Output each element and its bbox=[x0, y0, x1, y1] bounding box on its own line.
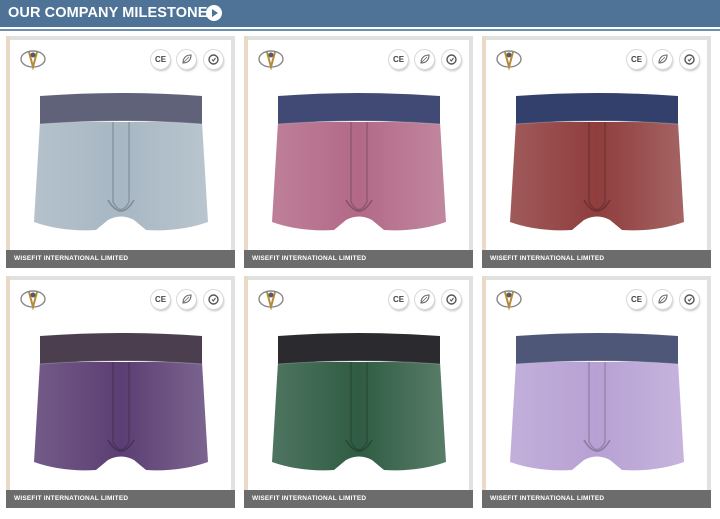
certification-badges: CE bbox=[389, 50, 463, 70]
eco-leaf-badge-icon bbox=[653, 290, 672, 309]
ce-badge-icon: CE bbox=[627, 50, 646, 69]
product-image-area: CE bbox=[486, 280, 707, 490]
boxer-brief-image bbox=[34, 333, 208, 471]
product-card[interactable]: CE WISEFIT INTERNATIONAL LIMITED bbox=[482, 36, 711, 268]
card-edge bbox=[6, 36, 10, 268]
brand-logo-icon bbox=[496, 290, 522, 310]
card-edge bbox=[6, 276, 10, 508]
product-image-area: CE bbox=[486, 40, 707, 250]
brand-logo-icon bbox=[258, 290, 284, 310]
boxer-brief-image bbox=[510, 333, 684, 471]
section-header: OUR COMPANY MILESTONES bbox=[0, 0, 720, 27]
certification-badges: CE bbox=[389, 290, 463, 310]
card-edge bbox=[482, 36, 486, 268]
company-name-label: WISEFIT INTERNATIONAL LIMITED bbox=[14, 255, 129, 262]
card-edge bbox=[244, 36, 248, 268]
brand-logo-icon bbox=[496, 50, 522, 70]
eco-leaf-badge-icon bbox=[177, 290, 196, 309]
ce-badge-icon: CE bbox=[389, 290, 408, 309]
product-card[interactable]: CE WISEFIT INTERNATIONAL LIMITED bbox=[244, 36, 473, 268]
company-name-label: WISEFIT INTERNATIONAL LIMITED bbox=[252, 495, 367, 502]
product-image-area: CE bbox=[10, 280, 231, 490]
certification-badges: CE bbox=[627, 50, 701, 70]
quality-check-badge-icon bbox=[680, 290, 699, 309]
card-caption-bar: WISEFIT INTERNATIONAL LIMITED bbox=[482, 250, 711, 268]
certification-badges: CE bbox=[627, 290, 701, 310]
play-arrow-icon[interactable] bbox=[206, 5, 222, 21]
product-image-area: CE bbox=[248, 40, 469, 250]
boxer-brief-image bbox=[34, 93, 208, 231]
eco-leaf-badge-icon bbox=[415, 290, 434, 309]
product-image-area: CE bbox=[248, 280, 469, 490]
brand-logo-icon bbox=[20, 50, 46, 70]
boxer-brief-image bbox=[272, 93, 446, 231]
card-caption-bar: WISEFIT INTERNATIONAL LIMITED bbox=[6, 250, 235, 268]
certification-badges: CE bbox=[151, 50, 225, 70]
product-card[interactable]: CE WISEFIT INTERNATIONAL LIMITED bbox=[482, 276, 711, 508]
company-name-label: WISEFIT INTERNATIONAL LIMITED bbox=[490, 255, 605, 262]
ce-badge-icon: CE bbox=[389, 50, 408, 69]
card-edge bbox=[244, 276, 248, 508]
card-caption-bar: WISEFIT INTERNATIONAL LIMITED bbox=[244, 250, 473, 268]
boxer-brief-image bbox=[510, 93, 684, 231]
brand-logo-icon bbox=[20, 290, 46, 310]
ce-badge-icon: CE bbox=[151, 290, 170, 309]
quality-check-badge-icon bbox=[442, 290, 461, 309]
brand-logo-icon bbox=[258, 50, 284, 70]
company-name-label: WISEFIT INTERNATIONAL LIMITED bbox=[252, 255, 367, 262]
card-edge bbox=[482, 276, 486, 508]
product-image-area: CE bbox=[10, 40, 231, 250]
ce-badge-icon: CE bbox=[151, 50, 170, 69]
card-caption-bar: WISEFIT INTERNATIONAL LIMITED bbox=[244, 490, 473, 508]
quality-check-badge-icon bbox=[680, 50, 699, 69]
section-title: OUR COMPANY MILESTONES bbox=[8, 5, 218, 21]
company-name-label: WISEFIT INTERNATIONAL LIMITED bbox=[14, 495, 129, 502]
boxer-brief-image bbox=[272, 333, 446, 471]
quality-check-badge-icon bbox=[204, 50, 223, 69]
quality-check-badge-icon bbox=[204, 290, 223, 309]
eco-leaf-badge-icon bbox=[415, 50, 434, 69]
header-divider bbox=[0, 29, 720, 31]
product-card[interactable]: CE WISEFIT INTERNATIONAL LIMITED bbox=[6, 36, 235, 268]
card-caption-bar: WISEFIT INTERNATIONAL LIMITED bbox=[6, 490, 235, 508]
product-card[interactable]: CE WISEFIT INTERNATIONAL LIMITED bbox=[244, 276, 473, 508]
product-card[interactable]: CE WISEFIT INTERNATIONAL LIMITED bbox=[6, 276, 235, 508]
card-caption-bar: WISEFIT INTERNATIONAL LIMITED bbox=[482, 490, 711, 508]
quality-check-badge-icon bbox=[442, 50, 461, 69]
eco-leaf-badge-icon bbox=[177, 50, 196, 69]
eco-leaf-badge-icon bbox=[653, 50, 672, 69]
company-name-label: WISEFIT INTERNATIONAL LIMITED bbox=[490, 495, 605, 502]
certification-badges: CE bbox=[151, 290, 225, 310]
ce-badge-icon: CE bbox=[627, 290, 646, 309]
